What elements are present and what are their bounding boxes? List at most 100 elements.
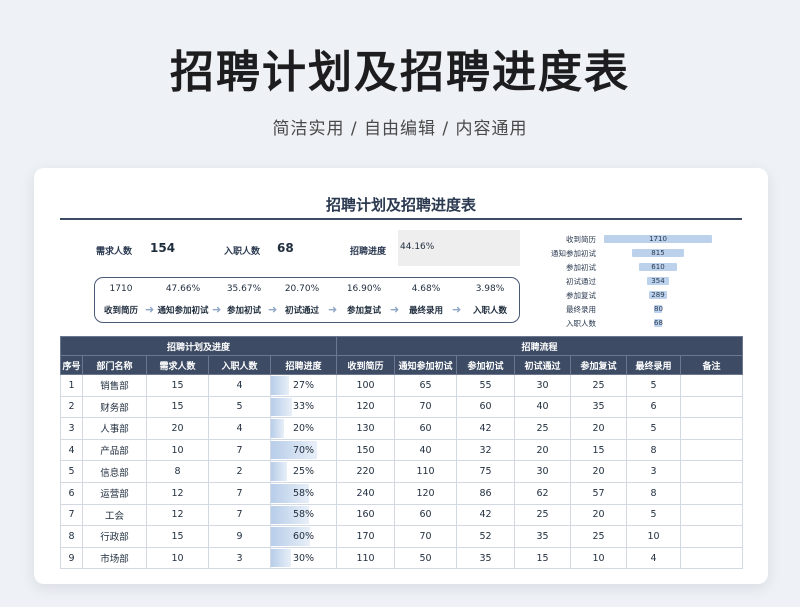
cell-resume[interactable]: 240 — [336, 481, 396, 505]
cell-notify[interactable]: 60 — [394, 417, 458, 440]
cell-resume[interactable]: 170 — [336, 525, 396, 548]
cell-no[interactable]: 2 — [60, 395, 83, 419]
cell-pass[interactable]: 62 — [514, 481, 572, 505]
cell-dept[interactable]: 信息部 — [82, 460, 147, 483]
cell-no[interactable]: 7 — [60, 503, 83, 527]
cell-notify[interactable]: 70 — [394, 395, 458, 419]
cell-demand[interactable]: 8 — [146, 460, 209, 483]
cell-pass[interactable]: 15 — [514, 546, 572, 570]
column-header[interactable]: 招聘进度 — [269, 355, 338, 375]
cell-second[interactable]: 20 — [570, 503, 628, 527]
cell-no[interactable]: 9 — [60, 546, 83, 570]
cell-resume[interactable]: 110 — [336, 546, 396, 570]
progress-cell[interactable]: 30% — [269, 546, 338, 570]
cell-no[interactable]: 8 — [60, 525, 83, 548]
cell-final[interactable]: 10 — [626, 525, 682, 548]
cell-resume[interactable]: 220 — [336, 460, 396, 483]
cell-hired[interactable]: 7 — [208, 438, 271, 462]
cell-notify[interactable]: 50 — [394, 546, 458, 570]
cell-dept[interactable]: 财务部 — [82, 395, 147, 419]
cell-second[interactable]: 10 — [570, 546, 628, 570]
cell-note[interactable] — [680, 374, 744, 397]
cell-first[interactable]: 35 — [456, 546, 516, 570]
cell-dept[interactable]: 行政部 — [82, 525, 147, 548]
cell-dept[interactable]: 销售部 — [82, 374, 147, 397]
cell-pass[interactable]: 35 — [514, 525, 572, 548]
progress-cell[interactable]: 58% — [269, 481, 338, 505]
progress-cell[interactable]: 70% — [269, 438, 338, 462]
cell-note[interactable] — [680, 546, 744, 570]
cell-first[interactable]: 55 — [456, 374, 516, 397]
cell-hired[interactable]: 7 — [208, 481, 271, 505]
column-header[interactable]: 参加复试 — [570, 355, 628, 375]
cell-first[interactable]: 42 — [456, 417, 516, 440]
cell-demand[interactable]: 15 — [146, 395, 209, 419]
cell-second[interactable]: 57 — [570, 481, 628, 505]
cell-second[interactable]: 20 — [570, 417, 628, 440]
progress-cell[interactable]: 25% — [269, 460, 338, 483]
cell-first[interactable]: 52 — [456, 525, 516, 548]
cell-demand[interactable]: 12 — [146, 481, 209, 505]
cell-resume[interactable]: 130 — [336, 417, 396, 440]
column-header[interactable]: 初试通过 — [514, 355, 572, 375]
cell-no[interactable]: 1 — [60, 374, 83, 397]
cell-demand[interactable]: 20 — [146, 417, 209, 440]
cell-hired[interactable]: 3 — [208, 546, 271, 570]
cell-pass[interactable]: 25 — [514, 417, 572, 440]
cell-final[interactable]: 8 — [626, 438, 682, 462]
column-header[interactable]: 参加初试 — [456, 355, 516, 375]
cell-notify[interactable]: 70 — [394, 525, 458, 548]
cell-notify[interactable]: 120 — [394, 481, 458, 505]
cell-demand[interactable]: 10 — [146, 438, 209, 462]
cell-notify[interactable]: 110 — [394, 460, 458, 483]
cell-dept[interactable]: 人事部 — [82, 417, 147, 440]
cell-resume[interactable]: 150 — [336, 438, 396, 462]
cell-note[interactable] — [680, 417, 744, 440]
cell-note[interactable] — [680, 395, 744, 419]
cell-hired[interactable]: 4 — [208, 417, 271, 440]
cell-final[interactable]: 4 — [626, 546, 682, 570]
cell-final[interactable]: 5 — [626, 417, 682, 440]
progress-cell[interactable]: 33% — [269, 395, 338, 419]
cell-dept[interactable]: 工会 — [82, 503, 147, 527]
cell-hired[interactable]: 4 — [208, 374, 271, 397]
cell-demand[interactable]: 15 — [146, 374, 209, 397]
column-header[interactable]: 入职人数 — [208, 355, 271, 375]
column-header[interactable]: 序号 — [60, 355, 83, 375]
cell-note[interactable] — [680, 503, 744, 527]
cell-hired[interactable]: 5 — [208, 395, 271, 419]
cell-no[interactable]: 3 — [60, 417, 83, 440]
progress-cell[interactable]: 20% — [269, 417, 338, 440]
cell-final[interactable]: 5 — [626, 374, 682, 397]
cell-final[interactable]: 3 — [626, 460, 682, 483]
cell-resume[interactable]: 100 — [336, 374, 396, 397]
column-header[interactable]: 备注 — [680, 355, 744, 375]
cell-dept[interactable]: 运营部 — [82, 481, 147, 505]
cell-pass[interactable]: 25 — [514, 503, 572, 527]
cell-pass[interactable]: 40 — [514, 395, 572, 419]
cell-resume[interactable]: 160 — [336, 503, 396, 527]
cell-resume[interactable]: 120 — [336, 395, 396, 419]
cell-dept[interactable]: 市场部 — [82, 546, 147, 570]
cell-pass[interactable]: 30 — [514, 374, 572, 397]
progress-cell[interactable]: 60% — [269, 525, 338, 548]
column-header[interactable]: 部门名称 — [82, 355, 147, 375]
cell-final[interactable]: 5 — [626, 503, 682, 527]
cell-no[interactable]: 6 — [60, 481, 83, 505]
cell-pass[interactable]: 20 — [514, 438, 572, 462]
cell-second[interactable]: 25 — [570, 525, 628, 548]
cell-final[interactable]: 6 — [626, 395, 682, 419]
cell-demand[interactable]: 10 — [146, 546, 209, 570]
progress-cell[interactable]: 27% — [269, 374, 338, 397]
cell-first[interactable]: 42 — [456, 503, 516, 527]
cell-demand[interactable]: 12 — [146, 503, 209, 527]
cell-first[interactable]: 60 — [456, 395, 516, 419]
cell-final[interactable]: 8 — [626, 481, 682, 505]
cell-first[interactable]: 86 — [456, 481, 516, 505]
cell-notify[interactable]: 40 — [394, 438, 458, 462]
cell-second[interactable]: 20 — [570, 460, 628, 483]
cell-note[interactable] — [680, 438, 744, 462]
cell-dept[interactable]: 产品部 — [82, 438, 147, 462]
cell-notify[interactable]: 60 — [394, 503, 458, 527]
cell-hired[interactable]: 7 — [208, 503, 271, 527]
